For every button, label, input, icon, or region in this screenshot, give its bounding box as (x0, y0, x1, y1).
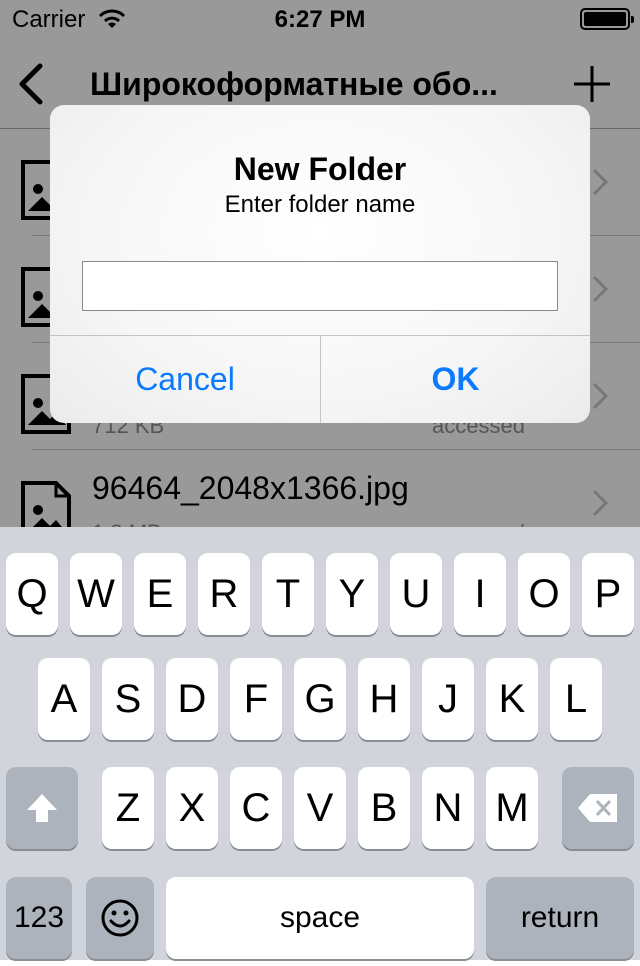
key-q[interactable]: Q (6, 553, 58, 635)
delete-key[interactable] (562, 767, 634, 849)
key-j[interactable]: J (422, 658, 474, 740)
key-i[interactable]: I (454, 553, 506, 635)
key-t[interactable]: T (262, 553, 314, 635)
keyboard: Q W E R T Y U I O P A S D F G H J K L Z … (0, 527, 640, 960)
shift-key[interactable] (6, 767, 78, 849)
key-f[interactable]: F (230, 658, 282, 740)
key-z[interactable]: Z (102, 767, 154, 849)
key-r[interactable]: R (198, 553, 250, 635)
ok-button[interactable]: OK (321, 336, 590, 423)
key-u[interactable]: U (390, 553, 442, 635)
key-d[interactable]: D (166, 658, 218, 740)
emoji-key[interactable] (86, 877, 154, 959)
shift-icon (27, 794, 57, 822)
alert-title: New Folder (233, 151, 407, 187)
key-g[interactable]: G (294, 658, 346, 740)
key-e[interactable]: E (134, 553, 186, 635)
key-w[interactable]: W (70, 553, 122, 635)
key-l[interactable]: L (550, 658, 602, 740)
delete-icon (578, 794, 617, 822)
key-b[interactable]: B (358, 767, 410, 849)
cancel-button[interactable]: Cancel (50, 336, 320, 423)
emoji-icon (101, 899, 139, 937)
key-y[interactable]: Y (326, 553, 378, 635)
key-c[interactable]: C (230, 767, 282, 849)
space-key[interactable]: space (166, 877, 474, 959)
numbers-key[interactable]: 123 (6, 877, 72, 959)
key-p[interactable]: P (582, 553, 634, 635)
return-key[interactable]: return (486, 877, 634, 959)
key-v[interactable]: V (294, 767, 346, 849)
key-a[interactable]: A (38, 658, 90, 740)
folder-name-input[interactable] (82, 261, 558, 311)
key-k[interactable]: K (486, 658, 538, 740)
key-n[interactable]: N (422, 767, 474, 849)
key-m[interactable]: M (486, 767, 538, 849)
key-h[interactable]: H (358, 658, 410, 740)
new-folder-alert: New Folder Enter folder name Cancel OK (50, 105, 590, 423)
alert-message: Enter folder name (224, 191, 416, 218)
key-o[interactable]: O (518, 553, 570, 635)
key-x[interactable]: X (166, 767, 218, 849)
key-s[interactable]: S (102, 658, 154, 740)
